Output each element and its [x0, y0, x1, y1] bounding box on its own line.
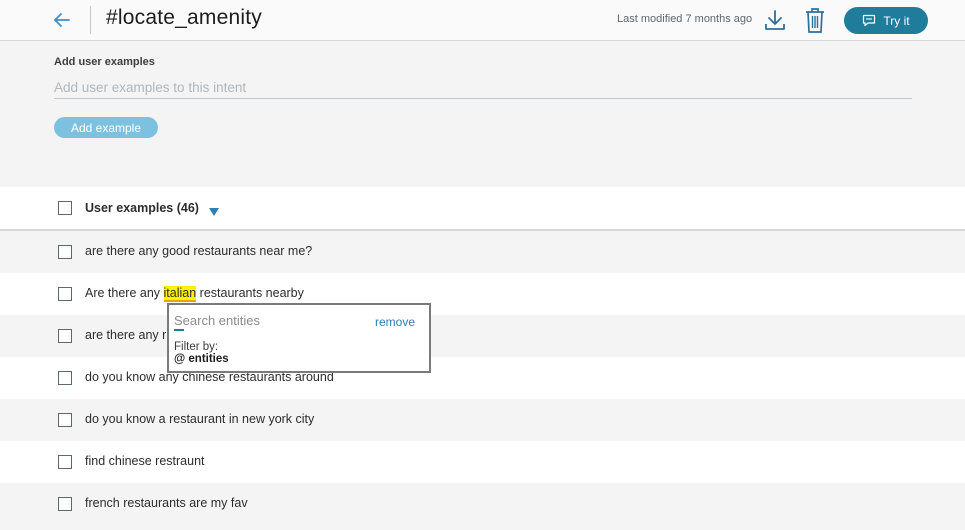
add-example-button[interactable]: Add example — [54, 117, 158, 138]
row-checkbox[interactable] — [58, 497, 72, 511]
try-it-button[interactable]: Try it — [844, 7, 928, 34]
chat-icon — [863, 14, 876, 27]
filter-entities-option[interactable]: @ entities — [174, 353, 229, 365]
download-icon[interactable] — [762, 7, 788, 33]
header-divider — [90, 6, 91, 34]
list-item[interactable]: are there any r — [0, 315, 965, 357]
sort-caret-icon[interactable] — [208, 204, 220, 216]
try-it-label: Try it — [883, 13, 910, 28]
list-header: User examples (46) — [0, 187, 965, 231]
list-item[interactable]: are there any good restaurants near me? — [0, 231, 965, 273]
add-example-input[interactable] — [54, 76, 912, 99]
example-text-suffix: restaurants nearby — [196, 286, 304, 300]
page-title: #locate_amenity — [106, 6, 262, 29]
entity-search-popup: remove Filter by: @ entities — [167, 303, 431, 373]
row-checkbox[interactable] — [58, 329, 72, 343]
search-focus-indicator — [174, 329, 184, 331]
row-checkbox[interactable] — [58, 287, 72, 301]
example-text[interactable]: do you know a restaurant in new york cit… — [85, 412, 314, 426]
example-text[interactable]: french restaurants are my fav — [85, 496, 248, 510]
add-examples-label: Add user examples — [54, 56, 155, 68]
trash-icon[interactable] — [803, 6, 827, 34]
remove-link[interactable]: remove — [375, 315, 415, 329]
list-item[interactable]: french restaurants are my fav — [0, 483, 965, 525]
example-text[interactable]: Are there any italian restaurants nearby — [85, 286, 304, 302]
filter-label: Filter by: — [174, 341, 219, 353]
row-checkbox[interactable] — [58, 455, 72, 469]
example-text[interactable]: are there any r — [85, 328, 166, 342]
select-all-checkbox[interactable] — [58, 201, 72, 215]
row-checkbox[interactable] — [58, 413, 72, 427]
list-header-label: User examples (46) — [85, 201, 199, 215]
list-item[interactable]: find chinese restraunt — [0, 441, 965, 483]
row-checkbox[interactable] — [58, 245, 72, 259]
row-checkbox[interactable] — [58, 371, 72, 385]
entity-search-input[interactable] — [174, 311, 349, 329]
list-item[interactable]: do you know a restaurant in new york cit… — [0, 399, 965, 441]
example-text[interactable]: find chinese restraunt — [85, 454, 205, 468]
last-modified-text: Last modified 7 months ago — [617, 13, 753, 25]
list-item[interactable]: do you know any chinese restaurants arou… — [0, 357, 965, 399]
list-item[interactable]: Are there any italian restaurants nearby — [0, 273, 965, 315]
page-header: #locate_amenity Last modified 7 months a… — [0, 0, 965, 41]
user-examples-list: User examples (46) are there any good re… — [0, 187, 965, 525]
entity-annotation[interactable]: italian — [163, 286, 197, 302]
example-text[interactable]: are there any good restaurants near me? — [85, 244, 312, 258]
back-arrow-icon[interactable] — [50, 8, 74, 32]
example-text-prefix: Are there any — [85, 286, 164, 300]
